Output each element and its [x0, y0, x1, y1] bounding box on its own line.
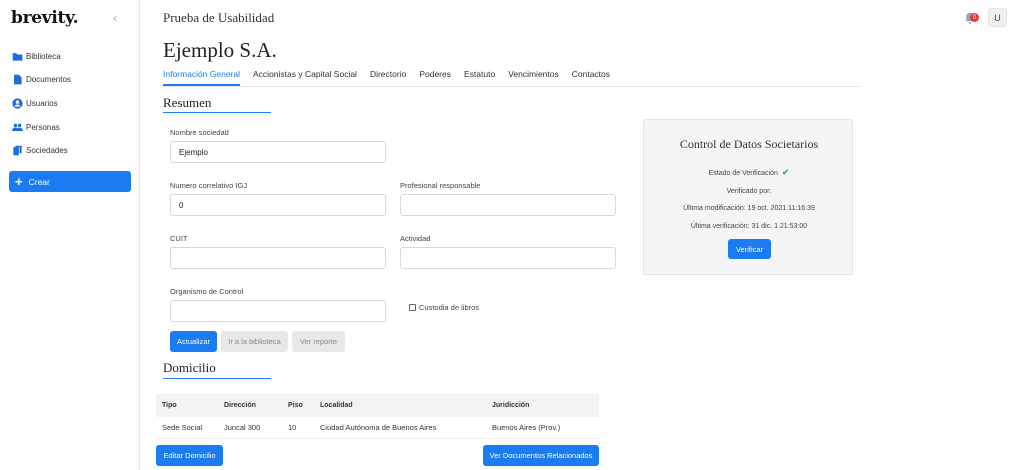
- actividad-field[interactable]: [400, 247, 616, 269]
- brevity-logo[interactable]: brevity.: [11, 8, 79, 28]
- collapse-sidebar-icon[interactable]: ‹: [113, 11, 117, 25]
- tab-vencimientos[interactable]: Vencimientos: [508, 68, 559, 86]
- cuit-label: CUIT: [170, 234, 188, 243]
- tab-informacion-general[interactable]: Información General: [163, 68, 241, 86]
- ver-reporte-button[interactable]: Ver reporte: [292, 331, 345, 352]
- sidebar-item-label: Usuarios: [26, 98, 58, 108]
- domicilio-table: Tipo Dirección Piso Localidad Juridicció…: [156, 394, 599, 439]
- tab-directorio[interactable]: Directorio: [370, 68, 406, 86]
- resumen-heading: Resumen: [163, 95, 212, 110]
- check-icon: ✔: [781, 167, 790, 177]
- ultima-verificacion: Última verificación: 31 dic. 1 21:53:00: [690, 223, 808, 230]
- sidebar-item-sociedades[interactable]: Sociedades: [12, 143, 68, 157]
- tab-bar: Información General Accionistas y Capita…: [163, 68, 859, 87]
- tab-estatuto[interactable]: Estatuto: [464, 68, 495, 86]
- app-title: Prueba de Usabilidad: [163, 10, 275, 25]
- avatar[interactable]: U: [988, 8, 1007, 27]
- profesional-field[interactable]: [400, 194, 616, 216]
- estado-verificacion: Estado de Verificación ✔: [644, 167, 854, 178]
- notification-badge: 0: [970, 13, 979, 22]
- tab-contactos[interactable]: Contactos: [572, 68, 610, 86]
- table-cell: Sede Social: [162, 423, 203, 432]
- people-icon: [12, 122, 23, 133]
- sidebar-item-label: Personas: [26, 122, 60, 132]
- cuit-field[interactable]: [170, 247, 386, 269]
- custodia-checkbox[interactable]: [409, 304, 416, 311]
- ver-documentos-button[interactable]: Ver Documentos Relacionados: [483, 445, 599, 466]
- verificar-button[interactable]: Verificar: [728, 239, 771, 259]
- nombre-sociedad-label: Nombre sociedad: [170, 128, 229, 137]
- column-header: Tipo: [162, 402, 177, 409]
- sidebar: brevity. ‹ Biblioteca Documentos Usuario…: [0, 0, 140, 470]
- table-row[interactable]: Sede Social Juncal 300 10 Ciudad Autónom…: [156, 417, 599, 439]
- sidebar-item-documentos[interactable]: Documentos: [12, 72, 71, 86]
- plus-icon: +: [15, 174, 23, 189]
- sidebar-item-personas[interactable]: Personas: [12, 120, 60, 134]
- biblioteca-button[interactable]: Ir a la biblioteca: [221, 331, 288, 352]
- table-cell: Ciudad Autónoma de Buenos Aires: [320, 423, 437, 432]
- table-cell: 10: [288, 423, 297, 432]
- actividad-label: Actividad: [400, 234, 431, 243]
- column-header: Localidad: [320, 402, 353, 409]
- folder-icon: [12, 51, 23, 62]
- page-title: Ejemplo S.A.: [163, 38, 277, 62]
- copy-icon: [12, 145, 23, 156]
- table-cell: Juncal 300: [224, 423, 261, 432]
- table-cell: Buenos Aires (Prov.): [492, 423, 561, 432]
- sidebar-item-label: Biblioteca: [26, 51, 61, 61]
- ultima-modificacion: Última modificación: 19 oct. 2021 11:16:…: [683, 205, 815, 212]
- sidebar-item-label: Sociedades: [26, 145, 68, 155]
- nombre-sociedad-field[interactable]: Ejemplo: [170, 141, 386, 163]
- numero-igj-label: Numero correlativo IGJ: [170, 181, 248, 190]
- custodia-label: Custodia de libros: [419, 303, 480, 312]
- organismo-field[interactable]: [170, 300, 386, 322]
- estado-label: Estado de Verificación: [708, 170, 778, 177]
- domicilio-underline: [163, 378, 271, 379]
- resumen-underline: [163, 112, 271, 113]
- organismo-label: Organismo de Control: [170, 287, 244, 296]
- editar-domicilio-button[interactable]: Editar Domicilio: [156, 445, 223, 466]
- sidebar-item-label: Documentos: [26, 74, 71, 84]
- column-header: Juridicción: [492, 402, 530, 409]
- create-button-label: Crear: [28, 176, 50, 187]
- create-button[interactable]: + Crear: [9, 171, 131, 192]
- user-icon: [12, 97, 23, 109]
- document-icon: [12, 74, 23, 85]
- control-card-title: Control de Datos Societarios: [679, 137, 819, 151]
- notifications-button[interactable]: 0: [964, 11, 982, 25]
- sidebar-item-usuarios[interactable]: Usuarios: [12, 96, 58, 110]
- profesional-label: Profesional responsable: [400, 181, 481, 190]
- numero-igj-field[interactable]: 0: [170, 194, 386, 216]
- control-card: Control de Datos Societarios Estado de V…: [643, 119, 853, 275]
- topbar: Prueba de Usabilidad 0 U: [141, 0, 1024, 36]
- verificado-por: Verificado por:: [726, 188, 772, 195]
- table-header: Tipo Dirección Piso Localidad Juridicció…: [156, 394, 599, 417]
- actualizar-button[interactable]: Actualizar: [170, 331, 217, 352]
- column-header: Piso: [288, 402, 303, 409]
- tab-poderes[interactable]: Poderes: [419, 68, 451, 86]
- tab-accionistas[interactable]: Accionistas y Capital Social: [253, 68, 357, 86]
- custodia-checkbox-row[interactable]: Custodia de libros: [409, 303, 479, 312]
- domicilio-heading: Domicilio: [163, 360, 216, 375]
- column-header: Dirección: [224, 402, 256, 409]
- sidebar-item-biblioteca[interactable]: Biblioteca: [12, 49, 61, 63]
